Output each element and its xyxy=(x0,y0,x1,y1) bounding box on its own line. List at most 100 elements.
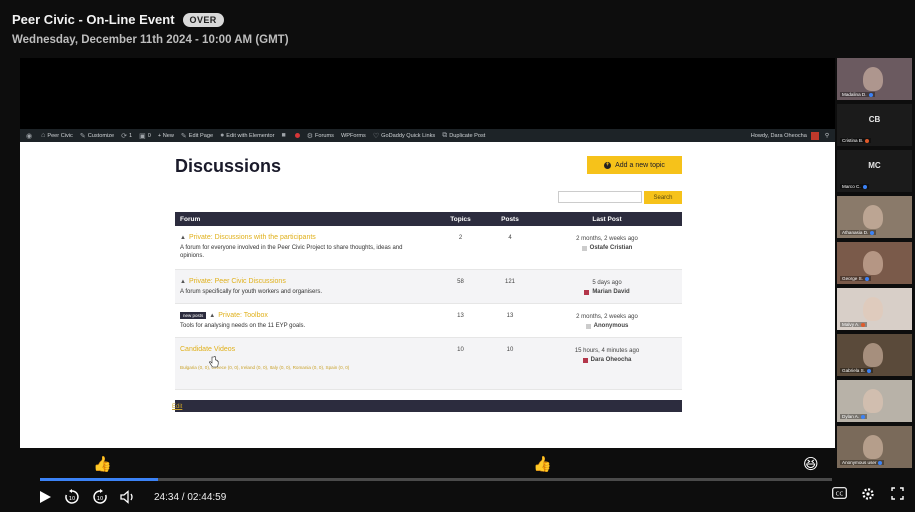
forum-search-button: Search xyxy=(644,191,682,204)
last-post: 2 months, 2 weeks ago Anonymous xyxy=(532,304,682,330)
svg-text:10: 10 xyxy=(69,496,75,502)
admin-item-forums: ⚙ Forums xyxy=(306,132,334,140)
forum-page: Discussions + Add a new topic Search For… xyxy=(20,142,835,448)
participant-status-icon xyxy=(878,460,883,465)
howdy-text: Howdy, Dara Oheocha xyxy=(750,132,807,139)
avatar xyxy=(584,289,590,295)
event-header: Peer Civic - On-Line Event OVER Wednesda… xyxy=(12,12,832,46)
admin-item-customize: ✎ Customize xyxy=(79,132,115,140)
participant-tile: Dylan A. xyxy=(837,380,912,424)
admin-item-elementor: ● Edit with Elementor xyxy=(220,132,275,139)
wp-logo-icon: ◉ xyxy=(26,132,33,140)
posts-count: 10 xyxy=(506,347,514,353)
participant-tile: Gabriela S. xyxy=(837,334,912,378)
forum-table: Forum Topics Posts Last Post ▲ Private: D… xyxy=(175,212,682,412)
admin-item-site: ⌂ Peer Civic xyxy=(41,132,73,139)
participant-video xyxy=(863,251,883,275)
last-post-user: Ostafe Cristian xyxy=(532,244,682,253)
col-topics: Topics xyxy=(450,215,471,223)
table-row: ▲ Private: Peer Civic Discussions A forum… xyxy=(175,270,682,304)
participant-status-icon xyxy=(862,184,867,189)
participants-panel: Madalina D. CB Cristina B. MC Marco C. Athana… xyxy=(837,58,915,512)
time-display: 24:34 / 02:44:59 xyxy=(154,491,227,503)
participant-initials: MC xyxy=(868,161,881,170)
topics-count: 10 xyxy=(457,347,464,353)
participant-name: Athanasia D. xyxy=(840,230,877,235)
thumbs-up-reaction-icon: 👍 xyxy=(533,456,552,473)
col-forum: Forum xyxy=(180,215,201,223)
new-posts-badge: new posts xyxy=(180,312,207,319)
participant-name: Dylan A. xyxy=(840,414,868,419)
table-row: new posts ▲ Private: Toolbox Tools for ana… xyxy=(175,304,682,338)
participant-video xyxy=(863,343,883,367)
table-row: Candidate Videos Bulgaria (0, 0), Greece… xyxy=(175,338,682,390)
forum-link: Candidate Videos xyxy=(180,346,236,353)
participant-name: Anonymous user xyxy=(840,460,885,465)
volume-button[interactable] xyxy=(120,490,136,504)
participant-status-icon xyxy=(866,368,871,373)
forum-link: new posts ▲ Private: Toolbox xyxy=(180,312,428,319)
last-post: 2 months, 2 weeks ago Ostafe Cristian xyxy=(532,226,682,252)
rewind-10-icon: 10 xyxy=(65,489,79,504)
play-button[interactable] xyxy=(38,490,52,504)
participant-status-icon xyxy=(865,138,870,143)
last-post: 5 days ago Marian David xyxy=(532,270,682,296)
table-row: ▲ Private: Discussions with the participa… xyxy=(175,226,682,270)
last-post-time: 2 months, 2 weeks ago xyxy=(576,314,638,320)
forward-10-icon: 10 xyxy=(93,489,107,504)
svg-text:10: 10 xyxy=(97,496,103,502)
admin-item-new: + New xyxy=(157,132,174,139)
participant-tile: CB Cristina B. xyxy=(837,104,912,148)
participant-status-icon xyxy=(868,92,873,97)
last-post-time: 5 days ago xyxy=(592,280,622,286)
participant-tile: Malvy A. xyxy=(837,288,912,332)
participant-tile: Madalina D. xyxy=(837,58,912,102)
edit-link: Edit xyxy=(172,404,183,410)
topics-count: 58 xyxy=(457,279,464,285)
admin-item-duplicate: ⧉ Duplicate Post xyxy=(442,131,486,139)
table-header: Forum Topics Posts Last Post xyxy=(175,212,682,226)
col-last-post: Last Post xyxy=(592,215,622,223)
avatar xyxy=(581,245,587,251)
participant-name: Gabriela S. xyxy=(840,368,873,373)
search-icon: ⚲ xyxy=(824,132,829,139)
admin-item-comments: ▣ 0 xyxy=(139,132,151,140)
topics-count: 2 xyxy=(458,235,463,241)
plus-icon: + xyxy=(604,161,612,169)
participant-name: Marco C. xyxy=(840,184,869,189)
play-icon xyxy=(40,491,51,503)
participant-video xyxy=(863,297,883,321)
laughing-reaction-icon: 😆 xyxy=(803,456,819,473)
add-topic-label: Add a new topic xyxy=(615,161,665,169)
last-post-time: 2 months, 2 weeks ago xyxy=(576,236,638,242)
event-datetime: Wednesday, December 11th 2024 - 10:00 AM… xyxy=(12,34,289,46)
notification-dot-icon xyxy=(294,133,300,138)
admin-avatar xyxy=(810,131,819,140)
participant-tile: Athanasia D. xyxy=(837,196,912,240)
last-post-user: Dara Oheocha xyxy=(532,356,682,365)
seek-bar-fill xyxy=(40,478,158,481)
page-title: Discussions xyxy=(175,156,282,176)
forum-link: ▲ Private: Discussions with the participa… xyxy=(180,234,316,241)
participant-status-icon xyxy=(864,276,869,281)
seek-bar[interactable] xyxy=(40,478,832,481)
thumbs-up-reaction-icon: 👍 xyxy=(93,456,112,473)
forum-desc: A forum specifically for youth workers a… xyxy=(180,289,323,295)
rewind-10-button[interactable]: 10 xyxy=(64,489,80,505)
posts-count: 4 xyxy=(508,235,512,241)
table-footer xyxy=(175,400,682,412)
posts-count: 121 xyxy=(504,279,515,285)
admin-item-edit-page: ✎ Edit Page xyxy=(180,132,214,140)
add-topic-button: + Add a new topic xyxy=(587,156,682,174)
forward-10-button[interactable]: 10 xyxy=(92,489,108,505)
speaker-icon xyxy=(120,490,133,504)
hand-cursor-icon xyxy=(209,356,219,368)
admin-item-wordfence-icon: ■ xyxy=(281,132,286,139)
participant-tile: George S. xyxy=(837,242,912,286)
forum-search-input xyxy=(558,191,642,203)
participant-tile: Anonymous user xyxy=(837,426,912,470)
video-stage[interactable]: ◉ ⌂ Peer Civic ✎ Customize ⟳ 1 ▣ 0 + New ✎ Ed… xyxy=(20,58,835,448)
forum-desc: Tools for analysing needs on the 11 EYP … xyxy=(180,323,306,329)
participant-name: Cristina B. xyxy=(840,138,872,143)
wp-admin-bar: ◉ ⌂ Peer Civic ✎ Customize ⟳ 1 ▣ 0 + New ✎ Ed… xyxy=(20,129,835,142)
